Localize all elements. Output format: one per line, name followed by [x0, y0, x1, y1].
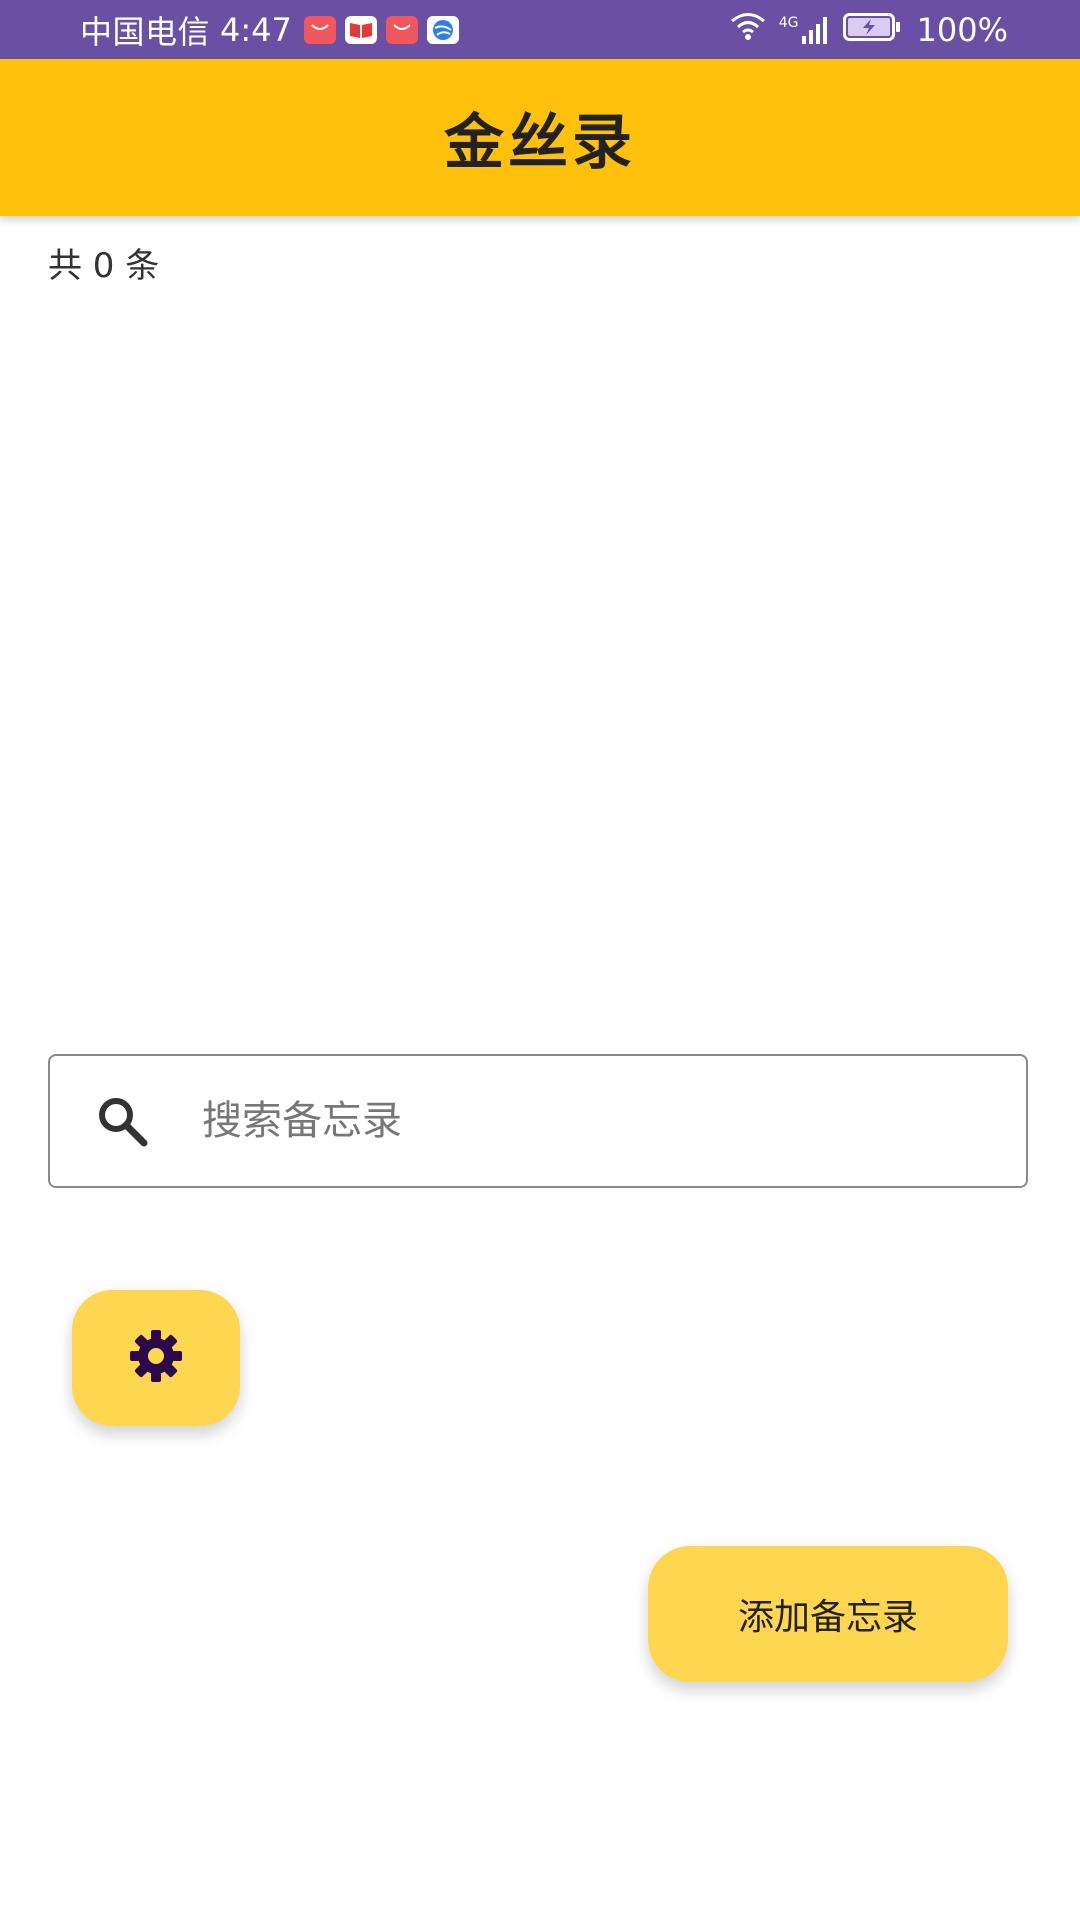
- search-field[interactable]: [48, 1054, 1028, 1188]
- status-left: 中国电信 4:47: [80, 0, 459, 59]
- settings-button[interactable]: [72, 1290, 240, 1426]
- battery-icon: [842, 11, 901, 49]
- add-memo-button[interactable]: 添加备忘录: [648, 1546, 1008, 1682]
- network-type: 4G: [778, 14, 799, 31]
- search-icon: [94, 1093, 150, 1149]
- huawei-appgallery-icon: [385, 15, 418, 44]
- status-bar: 中国电信 4:47 4G 100%: [0, 0, 1080, 59]
- status-time: 4:47: [220, 10, 292, 49]
- app-bar: 金丝录: [0, 59, 1080, 216]
- status-right: 4G 100%: [729, 0, 1008, 59]
- search-input[interactable]: [200, 1097, 964, 1145]
- carrier-name: 中国电信: [80, 12, 211, 51]
- memo-count: 共 0 条: [48, 246, 160, 286]
- browser-icon: [426, 15, 459, 44]
- huawei-appgallery-icon: [303, 15, 336, 44]
- add-memo-label: 添加备忘录: [737, 1597, 918, 1638]
- app-title: 金丝录: [444, 108, 636, 178]
- memo-list-screen: 中国电信 4:47 4G 100% 金丝录 共 0 条 搜索备忘录 添加备忘录: [0, 0, 1080, 1920]
- cellular-signal-icon: 4G: [779, 16, 831, 44]
- gear-icon: [126, 1326, 186, 1390]
- book-icon: [344, 15, 377, 44]
- battery-percentage: 100%: [916, 10, 1008, 49]
- wifi-icon: [729, 11, 767, 49]
